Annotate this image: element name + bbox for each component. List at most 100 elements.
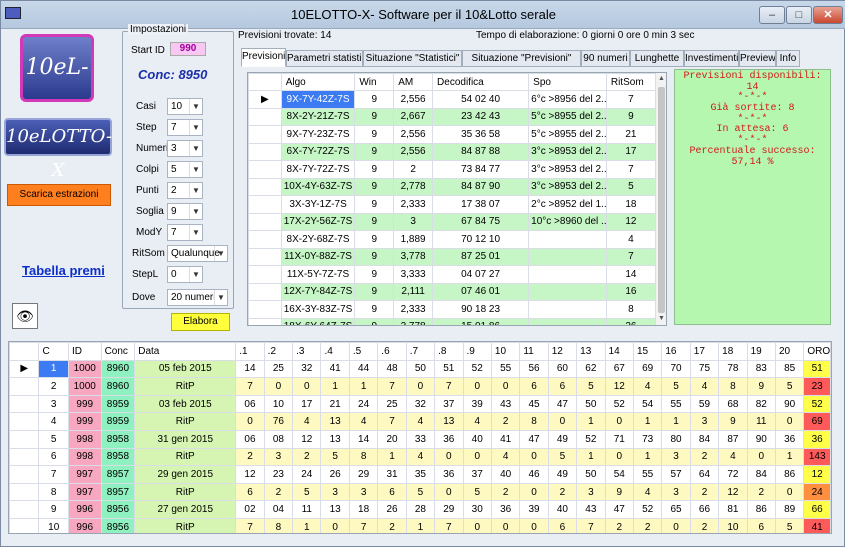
scroll-up-icon[interactable]: ▲: [656, 73, 667, 85]
chevron-down-icon[interactable]: ▼: [189, 204, 202, 219]
tab-8[interactable]: Info: [776, 50, 800, 67]
field-select-numeri[interactable]: 3 ▼: [167, 140, 203, 157]
elabora-button[interactable]: Elabora: [171, 313, 230, 331]
estrazioni-col-header[interactable]: .7: [405, 342, 436, 361]
estrazioni-col-header[interactable]: Data: [134, 342, 237, 361]
row-header[interactable]: [248, 282, 282, 301]
row-header[interactable]: [9, 377, 40, 396]
estrazioni-row[interactable]: 8 997 8957 RitP 6 2 5 3 3 6 5 0 5 2 0 2 3 9 4 3 2 12 2 0 24: [9, 482, 831, 502]
close-button[interactable]: ✕: [813, 6, 843, 24]
maximize-button[interactable]: □: [786, 6, 812, 24]
estrazioni-col-header[interactable]: 14: [604, 342, 634, 361]
previsioni-col-header[interactable]: Decodifica: [432, 73, 530, 91]
tab-3[interactable]: Situazione "Previsioni": [462, 50, 581, 67]
row-header[interactable]: [248, 160, 282, 179]
estrazioni-row[interactable]: 2 1000 8960 RitP 7 0 0 1 1 7 0 7 0 0 6 6 5 12 4 5 4 8 9 5 23: [9, 377, 831, 396]
estrazioni-row[interactable]: 5 998 8958 31 gen 2015 06 08 12 13 14 20 33 36 40 41 4…: [9, 429, 831, 449]
previsioni-col-header[interactable]: AM: [393, 73, 434, 91]
estrazioni-col-header[interactable]: 18: [718, 342, 748, 361]
previsioni-row[interactable]: 8X-7Y-72Z-7S 9 2 73 84 77 3°c >8953 del 2...…: [248, 160, 657, 179]
row-header[interactable]: [9, 447, 40, 467]
estrazioni-col-header[interactable]: ORO: [803, 342, 831, 361]
estrazioni-row[interactable]: 6 998 8958 RitP 2 3 2 5 8 1 4 0 0 4 0 5 1 0 1 3 2 4 0 1 143: [9, 447, 831, 467]
row-header[interactable]: [248, 107, 282, 126]
row-header[interactable]: [9, 394, 40, 414]
estrazioni-col-header[interactable]: 16: [661, 342, 691, 361]
previsioni-row[interactable]: 9X-7Y-23Z-7S 9 2,556 35 36 58 5°c >8955 del …: [248, 125, 657, 144]
tab-5[interactable]: Lunghette: [630, 50, 684, 67]
estrazioni-col-header[interactable]: .8: [434, 342, 464, 361]
minimize-button[interactable]: –: [759, 6, 785, 24]
chevron-down-icon[interactable]: ▼: [189, 141, 202, 156]
row-pointer-icon[interactable]: ▶: [9, 359, 40, 379]
field-select-punti[interactable]: 2 ▼: [167, 182, 203, 199]
scroll-thumb[interactable]: [658, 87, 665, 313]
previsioni-row[interactable]: 18X-6Y-64Z-7S92,77815 01 86 26: [248, 317, 657, 325]
estrazioni-col-header[interactable]: 11: [519, 342, 549, 361]
field-select-ritsom[interactable]: Qualunque ▼: [167, 245, 228, 262]
previsioni-row[interactable]: 11X-5Y-7Z-7S 9 3,333 04 07 27 14: [248, 265, 657, 284]
tabella-premi-link[interactable]: Tabella premi: [22, 263, 105, 278]
estrazioni-row[interactable]: 10 996 8956 RitP 7 8 1 0 7 2 1 7 0 0 0 6 7 2 2 0 2 10 6 5 41: [9, 517, 831, 533]
field-select-colpi[interactable]: 5 ▼: [167, 161, 203, 178]
row-header[interactable]: [9, 517, 40, 533]
row-header[interactable]: [248, 195, 282, 214]
previsioni-row[interactable]: 3X-3Y-1Z-7S 9 2,333 17 38 07 2°c >8952 del 1…: [248, 195, 657, 214]
estrazioni-col-header[interactable]: 13: [576, 342, 606, 361]
previsioni-row[interactable]: 10X-4Y-63Z-7S 9 2,778 84 87 90 3°c >8953 del…: [248, 177, 657, 196]
estrazioni-col-header[interactable]: C: [38, 342, 69, 361]
startid-field[interactable]: 990: [170, 42, 206, 56]
estrazioni-col-header[interactable]: Conc: [100, 342, 136, 361]
tab-4[interactable]: 90 numeri: [581, 50, 630, 67]
previsioni-row[interactable]: 8X-2Y-68Z-7S 9 1,889 70 12 10 4: [248, 230, 657, 249]
field-select-dove[interactable]: 20 numeri ▼: [167, 289, 228, 306]
estrazioni-row[interactable]: 4 999 8959 RitP 0 76 4 13 4 7 4 13 4 2 8 0 1 0 1 1 3 9 11 0 69: [9, 412, 831, 431]
previsioni-scrollbar[interactable]: ▲ ▼: [655, 73, 666, 325]
previsioni-row[interactable]: 17X-2Y-56Z-7S 9 3 67 84 75 10°c >8960 del ..…: [248, 212, 657, 231]
estrazioni-col-header[interactable]: 20: [774, 342, 805, 361]
scarica-estrazioni-button[interactable]: Scarica estrazioni: [7, 184, 111, 206]
row-header[interactable]: [248, 125, 282, 144]
previsioni-col-header[interactable]: Algo: [280, 73, 356, 91]
row-header[interactable]: [248, 317, 282, 325]
field-select-soglia[interactable]: 9 ▼: [167, 203, 203, 220]
scroll-down-icon[interactable]: ▼: [656, 313, 667, 325]
row-header[interactable]: [248, 212, 282, 231]
row-header[interactable]: [9, 500, 40, 519]
tab-0[interactable]: Previsioni: [241, 48, 286, 67]
previsioni-row[interactable]: ▶ 9X-7Y-42Z-7S 9 2,556 54 02 40 6°c >8956 del…: [248, 90, 657, 109]
estrazioni-row[interactable]: ▶ 1 1000 8960 05 feb 2015 14 25 32 41 44 48 50 51 52 5…: [9, 359, 831, 379]
estrazioni-col-header[interactable]: 10: [490, 342, 521, 361]
estrazioni-col-header[interactable]: .3: [292, 342, 322, 361]
row-header[interactable]: [248, 177, 282, 196]
row-header[interactable]: [9, 412, 40, 431]
previsioni-col-header[interactable]: Spo: [528, 73, 607, 91]
chevron-down-icon[interactable]: ▼: [189, 99, 202, 114]
tab-2[interactable]: Situazione "Statistici": [363, 50, 462, 67]
field-select-step[interactable]: 7 ▼: [167, 119, 203, 136]
chevron-down-icon[interactable]: ▼: [214, 290, 227, 305]
estrazioni-col-header[interactable]: .9: [462, 342, 492, 361]
row-header[interactable]: [248, 265, 282, 284]
estrazioni-col-header[interactable]: 17: [689, 342, 720, 361]
row-header[interactable]: [9, 482, 40, 502]
field-select-stepl[interactable]: 0 ▼: [167, 266, 203, 283]
previsioni-grid[interactable]: Algo Win AM Decodifica Spo RitSom ▶ 9X-7Y-42Z-7…: [247, 72, 667, 326]
previsioni-row[interactable]: 12X-7Y-84Z-7S 9 2,111 07 46 01 16: [248, 282, 657, 301]
previsioni-col-header[interactable]: RitSom: [605, 73, 657, 91]
tab-7[interactable]: Preview: [739, 50, 776, 67]
previsioni-row[interactable]: 6X-7Y-72Z-7S 9 2,556 84 87 88 3°c >8953 del …: [248, 142, 657, 161]
previsioni-row[interactable]: 11X-0Y-88Z-7S 9 3,778 87 25 01 7: [248, 247, 657, 266]
estrazioni-col-header[interactable]: ID: [67, 342, 102, 361]
tab-1[interactable]: Parametri statistici: [286, 50, 363, 67]
tab-6[interactable]: Investimenti: [684, 50, 739, 67]
estrazioni-row[interactable]: 7 997 8957 29 gen 2015 12 23 24 26 29 31 35 36 37 40 4…: [9, 465, 831, 484]
field-select-casi[interactable]: 10 ▼: [167, 98, 203, 115]
estrazioni-col-header[interactable]: .5: [348, 342, 379, 361]
chevron-down-icon[interactable]: ▼: [189, 162, 202, 177]
previsioni-row[interactable]: 16X-3Y-83Z-7S 9 2,333 90 18 23 8: [248, 300, 657, 319]
chevron-down-icon[interactable]: ▼: [189, 225, 202, 240]
row-header[interactable]: [248, 230, 282, 249]
estrazioni-col-header[interactable]: 15: [632, 342, 663, 361]
estrazioni-col-header[interactable]: .4: [320, 342, 350, 361]
